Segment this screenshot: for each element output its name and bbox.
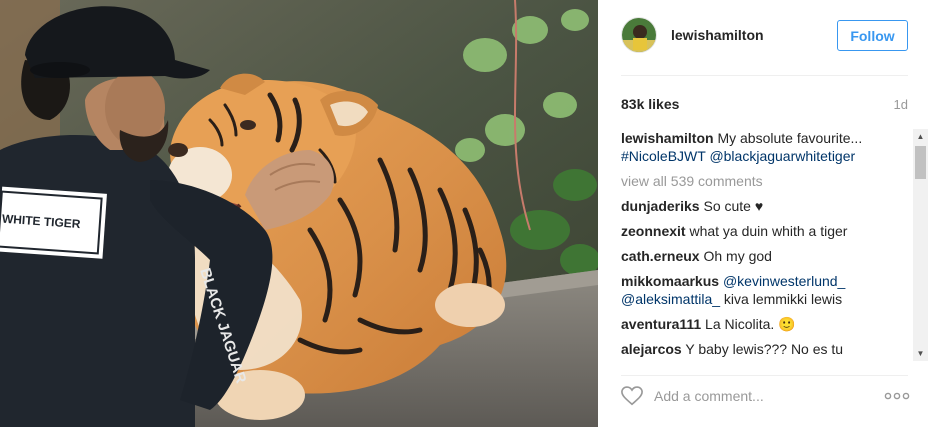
comment-item: alejarcos Y baby lewis??? No es tu bbox=[621, 340, 913, 358]
post-side-panel: lewishamilton Follow 83k likes 1d lewish… bbox=[598, 0, 929, 427]
comment-item: cath.erneux Oh my god bbox=[621, 247, 913, 265]
avatar-image bbox=[622, 18, 656, 52]
comment-text: Oh my god bbox=[699, 248, 772, 264]
comment-item: dunjaderiks So cute ♥ bbox=[621, 197, 913, 215]
more-options-icon[interactable] bbox=[884, 389, 910, 403]
comment-item: mikkomaarkus @kevinwesterlund_ @aleksima… bbox=[621, 272, 913, 308]
comment-mention[interactable]: @kevinwesterlund_ bbox=[723, 273, 845, 289]
scrollbar-thumb[interactable] bbox=[915, 146, 926, 179]
caption: lewishamilton My absolute favourite... #… bbox=[621, 129, 913, 165]
post-footer bbox=[598, 376, 929, 427]
comment-username[interactable]: aventura111 bbox=[621, 316, 701, 332]
view-all-comments-link[interactable]: view all 539 comments bbox=[621, 172, 913, 190]
caption-hashtag[interactable]: #NicoleBJWT bbox=[621, 148, 706, 164]
comment-item: aventura111 La Nicolita. 🙂 bbox=[621, 315, 913, 333]
header-divider bbox=[621, 75, 908, 76]
heart-outline-icon[interactable] bbox=[621, 385, 643, 407]
post-header: lewishamilton Follow bbox=[598, 0, 929, 75]
comment-username[interactable]: alejarcos bbox=[621, 341, 682, 357]
post-author-username[interactable]: lewishamilton bbox=[671, 27, 764, 43]
scroll-up-arrow-icon[interactable]: ▲ bbox=[913, 129, 928, 144]
comments-scrollbar[interactable]: ▲ ▼ bbox=[913, 129, 928, 361]
add-comment-input[interactable] bbox=[654, 384, 874, 408]
comment-mention[interactable]: @aleksimattila_ bbox=[621, 291, 720, 307]
comment-username[interactable]: dunjaderiks bbox=[621, 198, 700, 214]
comments-list[interactable]: lewishamilton My absolute favourite... #… bbox=[621, 129, 913, 361]
comment-text: kiva lemmikki lewis bbox=[720, 291, 843, 307]
comment-text: what ya duin whith a tiger bbox=[685, 223, 848, 239]
follow-button[interactable]: Follow bbox=[837, 20, 908, 51]
comment-text: So cute ♥ bbox=[699, 198, 764, 214]
comment-text: La Nicolita. 🙂 bbox=[701, 316, 796, 332]
comment-username[interactable]: cath.erneux bbox=[621, 248, 700, 264]
caption-username[interactable]: lewishamilton bbox=[621, 130, 714, 146]
comment-username[interactable]: zeonnexit bbox=[621, 223, 686, 239]
post-age[interactable]: 1d bbox=[894, 97, 908, 112]
comment-item: zeonnexit what ya duin whith a tiger bbox=[621, 222, 913, 240]
post-photo[interactable]: WHITE TIGER BLACK JAGUAR bbox=[0, 0, 598, 427]
scroll-down-arrow-icon[interactable]: ▼ bbox=[913, 346, 928, 361]
comment-username[interactable]: mikkomaarkus bbox=[621, 273, 719, 289]
caption-mention[interactable]: @blackjaguarwhitetiger bbox=[709, 148, 855, 164]
caption-text: My absolute favourite... bbox=[713, 130, 863, 146]
likes-count[interactable]: 83k likes bbox=[621, 96, 679, 112]
photo-illustration: WHITE TIGER BLACK JAGUAR bbox=[0, 0, 598, 427]
comment-text: Y baby lewis??? No es tu bbox=[681, 341, 844, 357]
profile-avatar[interactable] bbox=[621, 17, 657, 53]
